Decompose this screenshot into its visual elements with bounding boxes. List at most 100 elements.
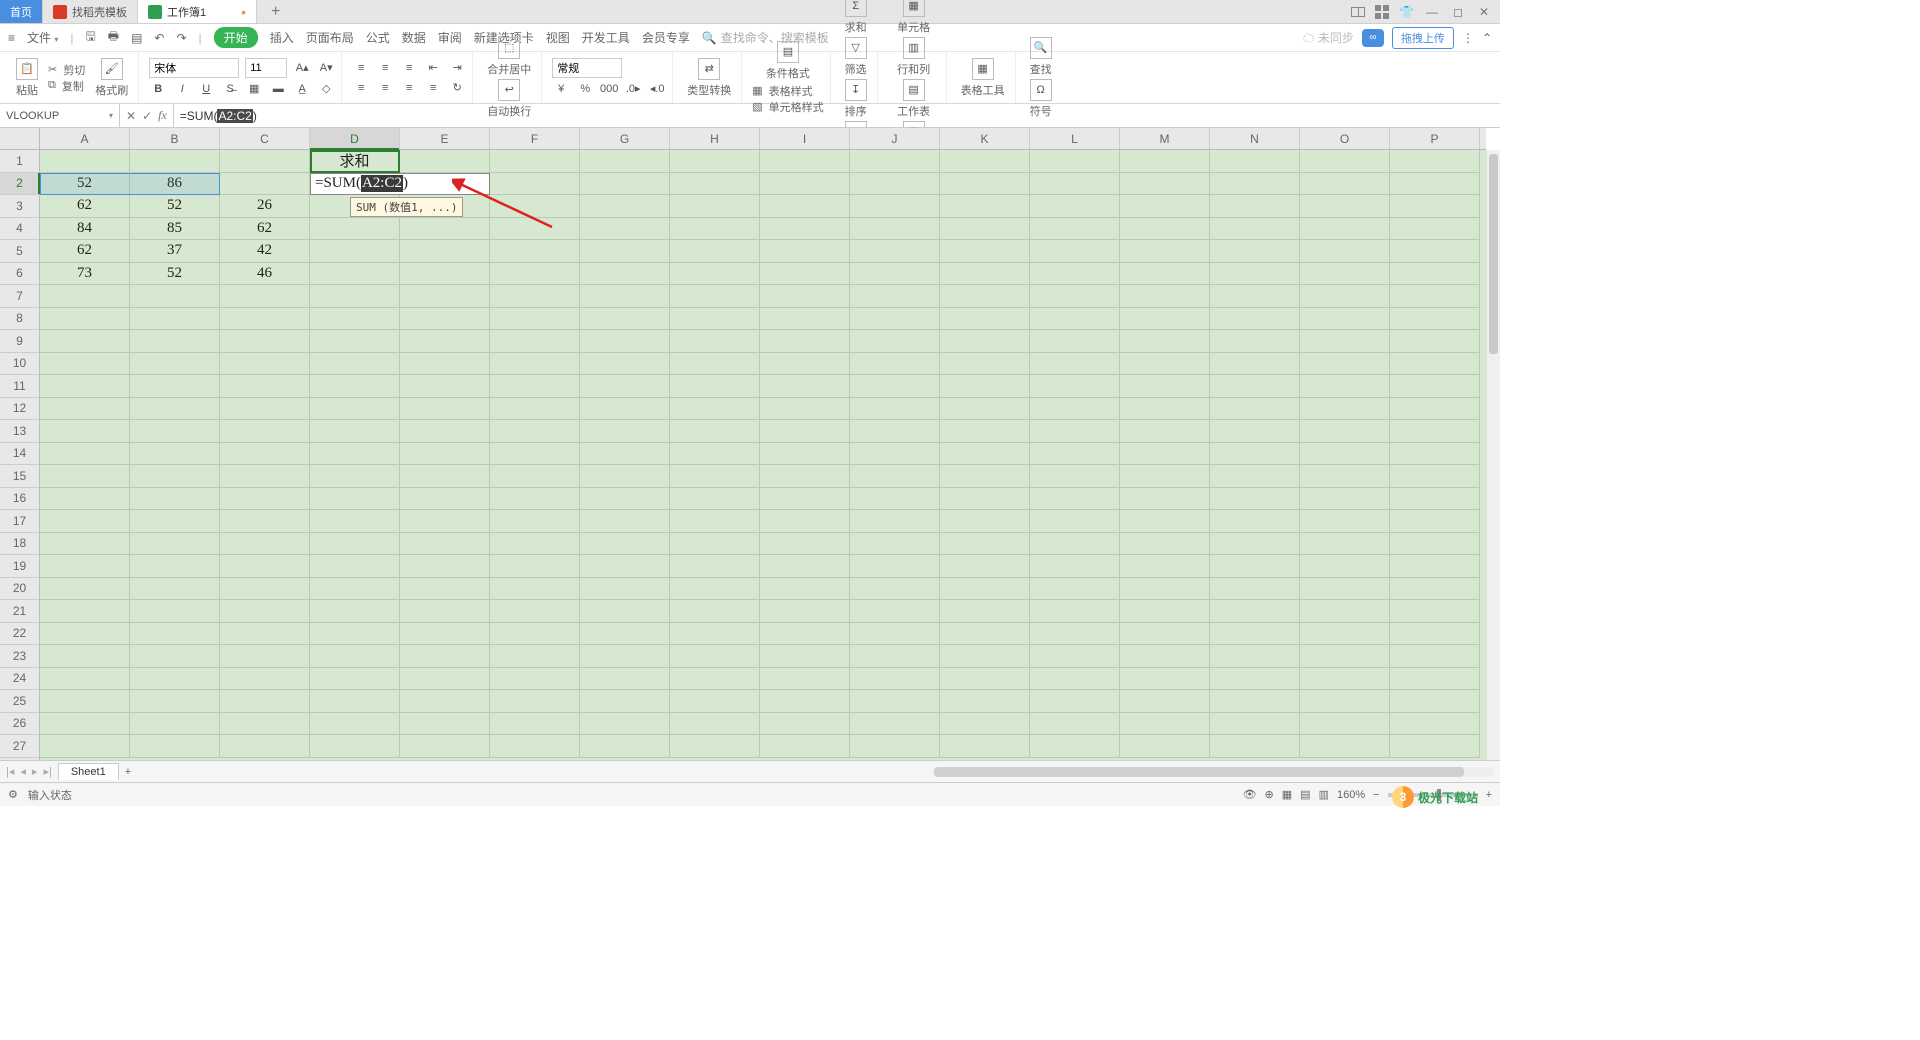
cell[interactable] [400,533,490,556]
cell[interactable] [580,195,670,218]
cell[interactable] [130,375,220,398]
cell[interactable] [1030,510,1120,533]
cell[interactable] [1390,218,1480,241]
cell[interactable] [1210,488,1300,511]
confirm-formula-icon[interactable]: ✓ [142,109,152,123]
cell[interactable] [1120,443,1210,466]
cell[interactable] [940,668,1030,691]
cell[interactable] [1300,420,1390,443]
cell[interactable] [1120,398,1210,421]
row-header[interactable]: 13 [0,420,39,443]
cell[interactable] [400,690,490,713]
column-header[interactable]: F [490,128,580,149]
cell[interactable] [1210,668,1300,691]
templates-tab[interactable]: 找稻壳模板 [43,0,138,23]
cell[interactable] [940,555,1030,578]
row-header[interactable]: 17 [0,510,39,533]
cell[interactable] [40,668,130,691]
border-icon[interactable]: ▦ [245,80,263,98]
cell[interactable] [1120,488,1210,511]
cell[interactable] [940,353,1030,376]
column-header[interactable]: G [580,128,670,149]
row-header[interactable]: 25 [0,690,39,713]
cell[interactable] [40,555,130,578]
cell[interactable] [1390,353,1480,376]
number-format-select[interactable] [552,58,622,78]
cell[interactable]: 46 [220,263,310,286]
cell[interactable] [580,218,670,241]
row-header[interactable]: 18 [0,533,39,556]
file-menu[interactable]: 文件 ▾ [27,29,58,46]
cell[interactable] [490,668,580,691]
column-header[interactable]: M [1120,128,1210,149]
cell[interactable] [310,533,400,556]
cells-button[interactable]: ▦单元格 [888,0,940,35]
cell[interactable] [220,308,310,331]
cell[interactable] [1030,555,1120,578]
cell[interactable] [1210,735,1300,758]
cell[interactable] [400,668,490,691]
cell[interactable] [1120,465,1210,488]
cell[interactable] [1390,285,1480,308]
cell[interactable] [1210,420,1300,443]
cell[interactable] [760,578,850,601]
cell[interactable] [490,240,580,263]
increase-font-icon[interactable]: A▴ [293,59,311,77]
horizontal-scrollbar[interactable] [934,767,1494,777]
cell[interactable] [1210,600,1300,623]
cell[interactable] [490,713,580,736]
cell[interactable] [400,443,490,466]
sheet-prev-icon[interactable]: ◂ [20,765,26,778]
sheet-tab-active[interactable]: Sheet1 [58,763,119,780]
cell[interactable] [490,533,580,556]
cell[interactable] [760,218,850,241]
cell[interactable] [850,375,940,398]
filter-button[interactable]: ▽筛选 [841,37,871,77]
qat-save-icon[interactable]: 🖫 [86,27,96,48]
cond-fmt-button[interactable]: ▤ 条件格式 [752,41,823,81]
cell[interactable] [670,623,760,646]
cell[interactable] [580,690,670,713]
cell[interactable] [40,375,130,398]
cell[interactable] [580,420,670,443]
cell[interactable] [220,555,310,578]
cell[interactable] [850,308,940,331]
cell[interactable] [850,623,940,646]
cell[interactable] [310,488,400,511]
cell[interactable] [40,398,130,421]
cell[interactable] [940,150,1030,173]
cell[interactable] [130,420,220,443]
cell[interactable] [310,330,400,353]
cell[interactable] [670,308,760,331]
view-page-icon[interactable]: ▤ [1300,788,1310,801]
cell[interactable] [1120,713,1210,736]
cell[interactable] [940,218,1030,241]
cell[interactable] [940,263,1030,286]
row-header[interactable]: 11 [0,375,39,398]
cell[interactable] [40,533,130,556]
copy-button[interactable]: ⧉复制 [48,78,85,94]
cell[interactable] [1030,600,1120,623]
cell[interactable] [40,150,130,173]
cell[interactable] [220,578,310,601]
cell[interactable] [400,218,490,241]
cell[interactable] [1120,263,1210,286]
view-break-icon[interactable]: ▥ [1319,788,1329,801]
cell[interactable] [220,443,310,466]
row-header[interactable]: 21 [0,600,39,623]
tab-view[interactable]: 视图 [546,29,570,46]
cell[interactable] [220,735,310,758]
cell[interactable] [1030,645,1120,668]
maximize-button[interactable]: ◻ [1450,5,1466,19]
cell[interactable] [1120,330,1210,353]
zoom-out-icon[interactable]: − [1373,789,1379,801]
cell[interactable] [490,600,580,623]
cell[interactable] [1030,668,1120,691]
cell[interactable] [580,398,670,421]
cell[interactable] [1120,645,1210,668]
name-box[interactable]: VLOOKUP ▾ [0,104,120,127]
row-header[interactable]: 23 [0,645,39,668]
cell[interactable] [1390,375,1480,398]
cell[interactable] [940,308,1030,331]
cell[interactable] [670,735,760,758]
